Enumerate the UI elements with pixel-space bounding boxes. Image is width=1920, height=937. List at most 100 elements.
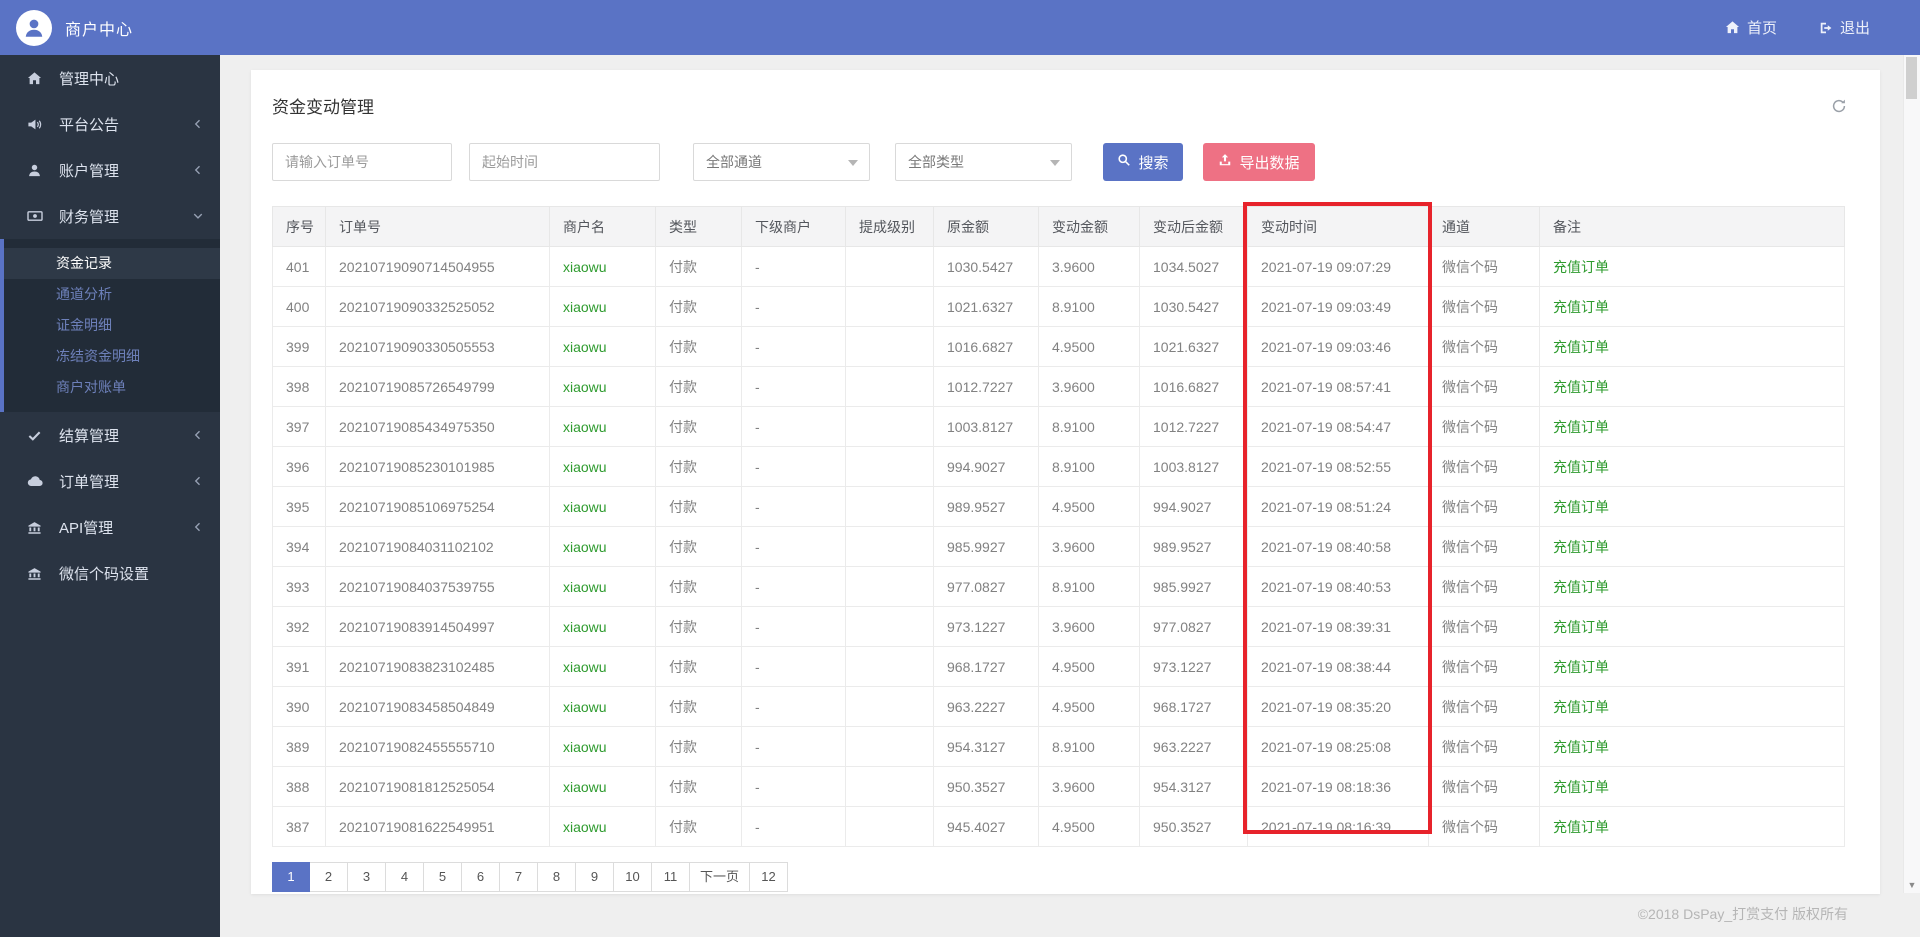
chevron-down-icon xyxy=(192,210,204,222)
cell-commission-level xyxy=(845,486,934,527)
refresh-icon[interactable] xyxy=(1831,98,1847,119)
pagination-page-7[interactable]: 7 xyxy=(500,862,538,892)
cell-after-amount: 977.0827 xyxy=(1139,606,1248,647)
cell-type: 付款 xyxy=(655,726,742,767)
export-data-button[interactable]: 导出数据 xyxy=(1203,143,1315,181)
cell-type: 付款 xyxy=(655,486,742,527)
cell-sub-merchant: - xyxy=(741,766,846,807)
column-header-change-time: 变动时间 xyxy=(1247,206,1429,247)
cell-order-no: 20210719084031102102 xyxy=(325,526,550,567)
channel-select[interactable]: 全部通道 xyxy=(693,143,870,181)
cell-merchant: xiaowu xyxy=(549,486,656,527)
cell-change-amount: 4.9500 xyxy=(1038,646,1140,687)
cell-remark: 充值订单 xyxy=(1539,286,1845,327)
cell-change-time: 2021-07-19 09:03:46 xyxy=(1247,326,1429,367)
bank-icon xyxy=(27,520,44,535)
cell-original-amount: 973.1227 xyxy=(933,606,1039,647)
cell-channel: 微信个码 xyxy=(1428,446,1540,487)
sidebar-item-announcements[interactable]: 平台公告 xyxy=(0,101,220,147)
cell-channel: 微信个码 xyxy=(1428,806,1540,847)
home-link[interactable]: 首页 xyxy=(1725,17,1777,38)
column-header-remark: 备注 xyxy=(1539,206,1845,247)
cell-type: 付款 xyxy=(655,766,742,807)
pagination-page-3[interactable]: 3 xyxy=(348,862,386,892)
fund-change-card: 资金变动管理 全部通道 全部类型 搜索 导出数据 xyxy=(251,70,1880,894)
brand: 商户中心 xyxy=(16,0,133,55)
cell-type: 付款 xyxy=(655,246,742,287)
pagination-page-9[interactable]: 9 xyxy=(576,862,614,892)
cell-merchant: xiaowu xyxy=(549,286,656,327)
pagination-page-10[interactable]: 10 xyxy=(614,862,652,892)
table-row: 394 20210719084031102102 xiaowu 付款 - 985.9927… xyxy=(272,526,1845,567)
scrollbar-thumb[interactable] xyxy=(1906,57,1917,99)
pagination-page-1[interactable]: 1 xyxy=(272,862,310,892)
cell-merchant: xiaowu xyxy=(549,326,656,367)
cell-remark: 充值订单 xyxy=(1539,646,1845,687)
cell-sub-merchant: - xyxy=(741,286,846,327)
cell-original-amount: 1016.6827 xyxy=(933,326,1039,367)
start-time-input[interactable] xyxy=(469,143,660,181)
scrollbar-down-arrow-icon[interactable]: ▼ xyxy=(1904,880,1920,890)
cell-sub-merchant: - xyxy=(741,246,846,287)
cell-original-amount: 989.9527 xyxy=(933,486,1039,527)
pagination-page-12[interactable]: 12 xyxy=(750,862,789,892)
cell-original-amount: 1030.5427 xyxy=(933,246,1039,287)
column-header-channel: 通道 xyxy=(1428,206,1540,247)
sidebar-subitem[interactable]: 证金明细 xyxy=(4,310,220,341)
cell-after-amount: 963.2227 xyxy=(1139,726,1248,767)
pagination-page-2[interactable]: 2 xyxy=(310,862,348,892)
cell-channel: 微信个码 xyxy=(1428,726,1540,767)
cell-change-amount: 3.9600 xyxy=(1038,766,1140,807)
sidebar-item-api[interactable]: API管理 xyxy=(0,504,220,550)
pagination-next-button[interactable]: 下一页 xyxy=(690,862,751,892)
cell-merchant: xiaowu xyxy=(549,246,656,287)
sidebar-item-accounts[interactable]: 账户管理 xyxy=(0,147,220,193)
pagination-page-8[interactable]: 8 xyxy=(538,862,576,892)
cell-sub-merchant: - xyxy=(741,646,846,687)
sidebar-subitem[interactable]: 通道分析 xyxy=(4,279,220,310)
avatar-logo-icon xyxy=(16,9,52,46)
cell-merchant: xiaowu xyxy=(549,606,656,647)
cell-sub-merchant: - xyxy=(741,686,846,727)
caret-down-icon xyxy=(848,160,858,166)
cell-merchant: xiaowu xyxy=(549,726,656,767)
cell-seq: 387 xyxy=(272,806,326,847)
sidebar-item-dashboard[interactable]: 管理中心 xyxy=(0,55,220,101)
sidebar-item-wechat-code[interactable]: 微信个码设置 xyxy=(0,550,220,596)
sidebar-subitem[interactable]: 冻结资金明细 xyxy=(4,341,220,372)
pagination-page-5[interactable]: 5 xyxy=(424,862,462,892)
cell-seq: 393 xyxy=(272,566,326,607)
table-row: 389 20210719082455555710 xiaowu 付款 - 954.3127… xyxy=(272,726,1845,767)
sidebar-item-label: 微信个码设置 xyxy=(59,565,150,583)
sidebar-item-settlement[interactable]: 结算管理 xyxy=(0,412,220,458)
order-number-input[interactable] xyxy=(272,143,452,181)
sidebar-item-orders[interactable]: 订单管理 xyxy=(0,458,220,504)
cell-seq: 399 xyxy=(272,326,326,367)
cell-commission-level xyxy=(845,446,934,487)
chevron-left-icon xyxy=(192,429,204,441)
sidebar-item-finance[interactable]: 财务管理 xyxy=(0,193,220,239)
sidebar-subitem[interactable]: 商户对账单 xyxy=(4,372,220,403)
cell-sub-merchant: - xyxy=(741,806,846,847)
cell-seq: 400 xyxy=(272,286,326,327)
cell-seq: 392 xyxy=(272,606,326,647)
cell-sub-merchant: - xyxy=(741,526,846,567)
topbar-nav: 首页 退出 xyxy=(1725,0,1870,55)
type-select[interactable]: 全部类型 xyxy=(895,143,1072,181)
volume-icon xyxy=(27,117,44,132)
cell-after-amount: 1021.6327 xyxy=(1139,326,1248,367)
vertical-scrollbar[interactable]: ▼ xyxy=(1903,55,1920,893)
pagination-page-6[interactable]: 6 xyxy=(462,862,500,892)
money-icon xyxy=(27,208,44,224)
sidebar-subitem[interactable]: 资金记录 xyxy=(4,248,220,279)
search-button[interactable]: 搜索 xyxy=(1103,143,1183,181)
pagination-page-4[interactable]: 4 xyxy=(386,862,424,892)
cell-after-amount: 1003.8127 xyxy=(1139,446,1248,487)
cell-merchant: xiaowu xyxy=(549,646,656,687)
logout-link[interactable]: 退出 xyxy=(1819,17,1870,38)
column-header-merchant: 商户名 xyxy=(549,206,656,247)
pagination-page-11[interactable]: 11 xyxy=(652,862,690,892)
cell-remark: 充值订单 xyxy=(1539,806,1845,847)
table-row: 392 20210719083914504997 xiaowu 付款 - 973.1227… xyxy=(272,606,1845,647)
bank-icon xyxy=(27,566,44,581)
